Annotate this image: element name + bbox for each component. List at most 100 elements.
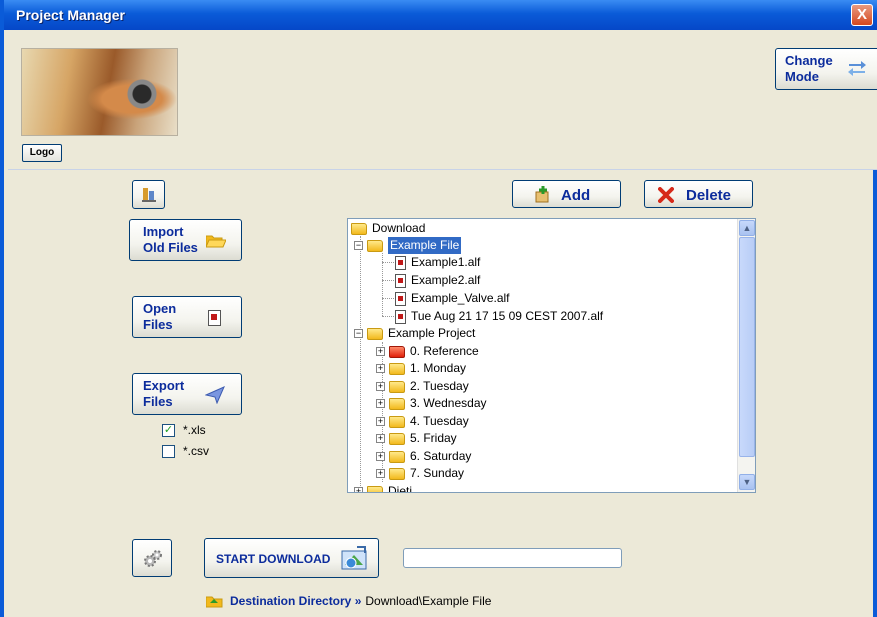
import-label-line1: Import bbox=[143, 224, 184, 239]
folder-icon bbox=[389, 467, 405, 480]
tree-node-label: 0. Reference bbox=[410, 344, 479, 358]
document-icon bbox=[395, 291, 406, 306]
start-download-button[interactable]: START DOWNLOAD bbox=[204, 538, 379, 578]
folder-icon bbox=[389, 415, 405, 428]
folder-icon bbox=[389, 397, 405, 410]
expand-icon[interactable]: + bbox=[376, 452, 385, 461]
gears-icon bbox=[144, 550, 162, 567]
export-label-line2: Files bbox=[143, 394, 173, 409]
tree-node-label: 6. Saturday bbox=[410, 449, 472, 463]
tree-file-4[interactable]: Tue Aug 21 17 15 09 CEST 2007.alf bbox=[395, 308, 603, 325]
logo-button[interactable]: Logo bbox=[22, 144, 62, 162]
send-arrow-icon bbox=[205, 386, 225, 404]
expand-icon[interactable]: + bbox=[376, 469, 385, 478]
folder-open-icon bbox=[367, 239, 383, 252]
xls-label: *.xls bbox=[183, 423, 206, 437]
logo-image bbox=[21, 48, 178, 136]
close-button[interactable]: X bbox=[851, 4, 873, 26]
tree-node-label: Download bbox=[372, 221, 426, 235]
tree-node-label: Example File bbox=[388, 237, 462, 254]
expand-icon[interactable]: + bbox=[376, 364, 385, 373]
tree-node-label: 1. Monday bbox=[410, 361, 467, 375]
tree-node-label: Example Project bbox=[388, 326, 476, 340]
document-icon bbox=[208, 310, 221, 326]
tree-file-1[interactable]: Example1.alf bbox=[395, 254, 480, 271]
folder-icon bbox=[206, 596, 223, 607]
tree-scrollbar[interactable]: ▲ ▼ bbox=[737, 219, 755, 492]
document-icon bbox=[395, 273, 406, 288]
change-mode-button[interactable]: Change Mode bbox=[775, 48, 877, 90]
tree-node-example-file[interactable]: − Example File bbox=[354, 237, 462, 254]
folder-icon bbox=[389, 450, 405, 463]
tree-node-project-item[interactable]: + 4. Tuesday bbox=[376, 413, 469, 430]
project-manager-window: Project Manager X Logo Change Mode Impor… bbox=[0, 0, 877, 617]
folder-open-icon bbox=[367, 327, 383, 340]
expand-icon[interactable]: + bbox=[376, 434, 385, 443]
tree-node-label: 3. Wednesday bbox=[410, 396, 487, 410]
tree-file-3[interactable]: Example_Valve.alf bbox=[395, 290, 510, 307]
expand-icon[interactable]: + bbox=[376, 347, 385, 356]
download-icon bbox=[341, 546, 367, 570]
project-tree[interactable]: Download − Example File Example1.alf Exa… bbox=[347, 218, 756, 493]
tree-node-label: 5. Friday bbox=[410, 431, 457, 445]
tree-node-project-item[interactable]: + 2. Tuesday bbox=[376, 378, 469, 395]
tree-node-label: 4. Tuesday bbox=[410, 414, 469, 428]
scroll-down-icon[interactable]: ▼ bbox=[739, 474, 755, 490]
settings-button[interactable] bbox=[132, 539, 172, 577]
destination-label: Destination Directory » bbox=[230, 594, 362, 608]
tree-node-project-item[interactable]: + 0. Reference bbox=[376, 343, 479, 360]
download-progress-bar bbox=[403, 548, 622, 568]
tree-node-label: Example2.alf bbox=[411, 273, 481, 287]
add-icon bbox=[535, 186, 549, 203]
expand-icon[interactable]: + bbox=[376, 399, 385, 408]
tree-file-2[interactable]: Example2.alf bbox=[395, 272, 480, 289]
expand-icon[interactable]: + bbox=[376, 382, 385, 391]
change-mode-label-line2: Mode bbox=[785, 69, 819, 84]
folder-icon bbox=[389, 432, 405, 445]
tree-node-cut[interactable]: + Dieti bbox=[354, 483, 413, 493]
add-button[interactable]: Add bbox=[512, 180, 621, 208]
folder-icon bbox=[367, 485, 383, 492]
tree-node-label: 7. Sunday bbox=[410, 466, 465, 480]
folder-open-icon bbox=[351, 222, 367, 235]
tree-node-project-item[interactable]: + 1. Monday bbox=[376, 360, 466, 377]
xls-option[interactable]: ✓ *.xls bbox=[162, 423, 206, 437]
expand-icon[interactable]: + bbox=[354, 487, 363, 492]
delete-button[interactable]: Delete bbox=[644, 180, 753, 208]
tree-node-project-item[interactable]: + 7. Sunday bbox=[376, 465, 464, 482]
csv-label: *.csv bbox=[183, 444, 210, 458]
start-download-label: START DOWNLOAD bbox=[216, 552, 331, 566]
csv-checkbox[interactable] bbox=[162, 444, 175, 458]
tree-node-label: Dieti bbox=[388, 484, 413, 493]
delete-x-icon bbox=[658, 187, 674, 203]
destination-directory: Destination Directory » Download\Example… bbox=[206, 594, 491, 608]
scroll-thumb[interactable] bbox=[739, 237, 755, 457]
open-label-line1: Open bbox=[143, 301, 177, 316]
document-icon bbox=[395, 309, 406, 324]
folder-icon bbox=[389, 380, 405, 393]
tree-node-download[interactable]: Download bbox=[351, 220, 425, 237]
open-files-button[interactable]: Open Files bbox=[132, 296, 242, 338]
tree-node-project-item[interactable]: + 5. Friday bbox=[376, 430, 457, 447]
tree-node-project-item[interactable]: + 6. Saturday bbox=[376, 448, 471, 465]
destination-path: Download\Example File bbox=[365, 594, 492, 608]
collapse-icon[interactable]: − bbox=[354, 329, 363, 338]
csv-option[interactable]: *.csv bbox=[162, 444, 209, 458]
tools-button[interactable] bbox=[132, 180, 165, 209]
xls-checkbox[interactable]: ✓ bbox=[162, 423, 175, 437]
import-old-files-button[interactable]: Import Old Files bbox=[129, 219, 242, 261]
tree-node-label: Example_Valve.alf bbox=[411, 291, 510, 305]
tree-node-example-project[interactable]: − Example Project bbox=[354, 325, 475, 342]
open-label-line2: Files bbox=[143, 317, 173, 332]
change-mode-label-line1: Change bbox=[785, 53, 833, 68]
folder-icon bbox=[389, 345, 405, 358]
title-bar: Project Manager bbox=[4, 0, 877, 30]
tree-node-project-item[interactable]: + 3. Wednesday bbox=[376, 395, 487, 412]
tools-icon bbox=[142, 188, 156, 202]
scroll-up-icon[interactable]: ▲ bbox=[739, 220, 755, 236]
expand-icon[interactable]: + bbox=[376, 417, 385, 426]
swap-arrows-icon bbox=[848, 61, 866, 76]
collapse-icon[interactable]: − bbox=[354, 241, 363, 250]
delete-label: Delete bbox=[686, 187, 732, 204]
export-files-button[interactable]: Export Files bbox=[132, 373, 242, 415]
